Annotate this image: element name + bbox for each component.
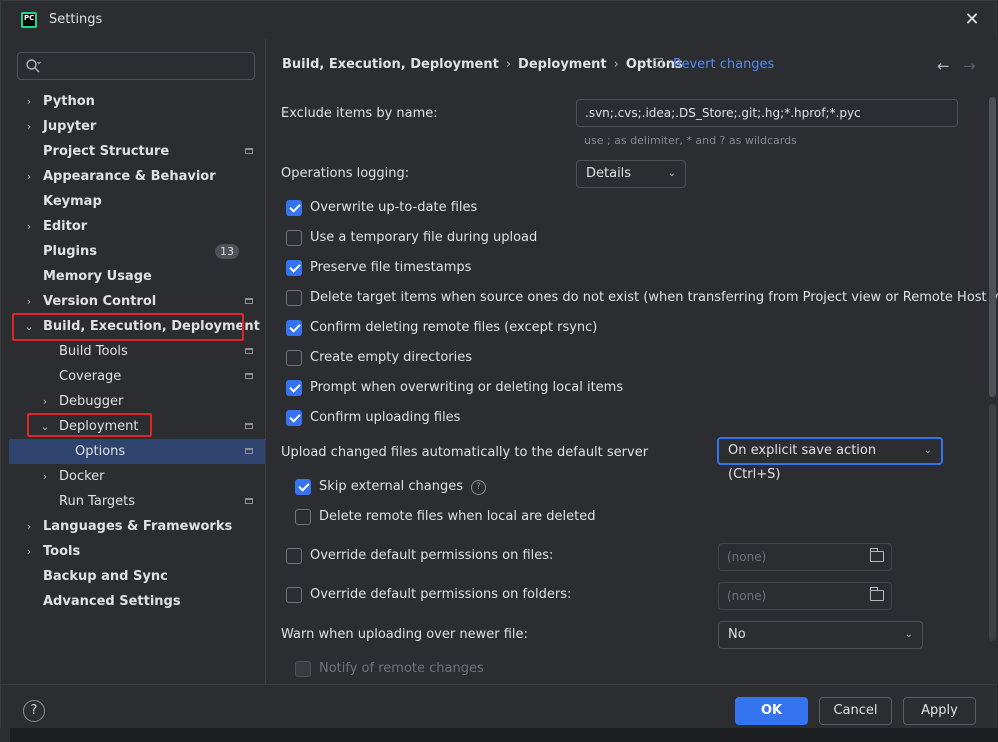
back-arrow-icon[interactable]: ← [937,57,950,75]
project-level-icon [245,448,253,454]
checkbox-unchecked[interactable] [286,290,302,306]
chevron-right-icon[interactable]: › [23,539,35,564]
content-scrollbar-track[interactable] [989,404,996,641]
chevron-right-icon[interactable]: › [23,514,35,539]
breadcrumb-separator: › [505,57,512,72]
checkbox-unchecked[interactable] [286,350,302,366]
tree-item-version-control[interactable]: › Version Control [9,289,265,314]
folder-icon [870,548,884,562]
project-level-icon [245,298,253,304]
close-icon[interactable]: ✕ [962,10,982,30]
apply-button[interactable]: Apply [903,697,976,725]
project-level-icon [653,58,663,67]
tree-item-tools[interactable]: › Tools [9,539,265,564]
breadcrumb-deployment[interactable]: Deployment [518,57,607,72]
forward-arrow-icon[interactable]: → [963,57,976,75]
warn-newer-file-dropdown[interactable]: No ⌄ [718,621,923,649]
project-level-icon [245,423,253,429]
warn-newer-file-label: Warn when uploading over newer file: [281,627,528,642]
settings-content-panel: Build, Execution, Deployment › Deployment ›… [265,39,998,684]
help-button[interactable]: ? [23,700,45,722]
chevron-right-icon[interactable]: › [23,164,35,189]
tree-item-backup-sync[interactable]: Backup and Sync [9,564,265,589]
operations-logging-dropdown[interactable]: Details ⌄ [576,160,686,188]
checkbox-unchecked[interactable] [295,509,311,525]
cancel-button[interactable]: Cancel [819,697,892,725]
tree-item-docker[interactable]: › Docker [9,464,265,489]
exclude-items-hint: use ; as delimiter, * and ? as wildcards [584,134,797,147]
tree-item-keymap[interactable]: Keymap [9,189,265,214]
upload-automatically-dropdown[interactable]: On explicit save action (Ctrl+S) ⌄ [717,437,943,482]
breadcrumb-separator: › [613,57,619,72]
checkbox-checked[interactable] [286,200,302,216]
breadcrumb-build-execution-deployment[interactable]: Build, Execution, Deployment [282,57,499,72]
revert-changes-link[interactable]: Revert changes [653,57,774,72]
tree-item-appearance-behavior[interactable]: › Appearance & Behavior [9,164,265,189]
settings-dialog: PC Settings ✕ › Python › Jupyter Project… [0,0,998,728]
chevron-down-icon: ⌄ [904,629,913,640]
title-bar: PC Settings ✕ [1,1,996,39]
settings-sidebar: › Python › Jupyter Project Structure › A… [9,39,265,684]
checkbox-checked[interactable] [295,479,311,495]
tree-item-project-structure[interactable]: Project Structure [9,139,265,164]
folder-permissions-field: (none) [718,582,892,610]
project-level-icon [245,148,253,154]
plugins-update-badge: 13 [215,244,239,259]
tree-item-options[interactable]: Options [9,439,265,464]
ok-button[interactable]: OK [735,697,808,725]
checkbox-checked[interactable] [286,260,302,276]
chevron-down-icon[interactable]: ⌄ [23,314,35,339]
project-level-icon [245,498,253,504]
chevron-right-icon[interactable]: › [23,289,35,314]
project-level-icon [245,373,253,379]
exclude-items-label: Exclude items by name: [281,106,438,121]
breadcrumb: Build, Execution, Deployment › Deployment ›… [282,57,683,72]
chevron-right-icon[interactable]: › [23,89,35,114]
chevron-down-icon: ⌄ [667,168,676,179]
search-input[interactable] [17,52,255,80]
checkbox-unchecked[interactable] [286,230,302,246]
tree-item-build-tools[interactable]: Build Tools [9,339,265,364]
checkbox-unchecked[interactable] [286,587,302,603]
exclude-items-field[interactable]: .svn;.cvs;.idea;.DS_Store;.git;.hg;*.hpr… [576,99,958,127]
checkbox-disabled [295,661,311,677]
tree-item-debugger[interactable]: › Debugger [9,389,265,414]
chevron-down-icon[interactable]: ⌄ [39,414,51,439]
tree-item-build-execution-deployment[interactable]: ⌄ Build, Execution, Deployment [9,314,265,339]
tree-item-coverage[interactable]: Coverage [9,364,265,389]
window-title: Settings [49,12,103,27]
chevron-right-icon[interactable]: › [23,114,35,139]
tree-item-memory-usage[interactable]: Memory Usage [9,264,265,289]
tree-item-run-targets[interactable]: Run Targets [9,489,265,514]
pycharm-app-icon: PC [21,12,37,28]
tree-item-plugins[interactable]: Plugins 13 [9,239,265,264]
content-scrollbar-thumb[interactable] [989,97,996,397]
chevron-right-icon[interactable]: › [39,464,51,489]
help-icon[interactable]: ? [471,480,487,495]
tree-item-deployment[interactable]: ⌄ Deployment [9,414,265,439]
checkbox-checked[interactable] [286,380,302,396]
upload-automatically-label: Upload changed files automatically to th… [281,445,649,460]
folder-icon [870,587,884,601]
chevron-right-icon[interactable]: › [39,389,51,414]
project-level-icon [245,348,253,354]
chevron-right-icon[interactable]: › [23,214,35,239]
tree-item-python[interactable]: › Python [9,89,265,114]
checkbox-unchecked[interactable] [286,548,302,564]
tree-item-languages-frameworks[interactable]: › Languages & Frameworks [9,514,265,539]
dialog-footer: ? OK Cancel Apply [1,684,996,728]
chevron-down-icon: ⌄ [923,445,932,456]
tree-item-advanced-settings[interactable]: Advanced Settings [9,589,265,614]
tree-item-editor[interactable]: › Editor [9,214,265,239]
search-icon [26,59,41,73]
file-permissions-field: (none) [718,543,892,571]
checkbox-checked[interactable] [286,320,302,336]
operations-logging-label: Operations logging: [281,166,410,181]
tree-item-jupyter[interactable]: › Jupyter [9,114,265,139]
checkbox-checked[interactable] [286,410,302,426]
